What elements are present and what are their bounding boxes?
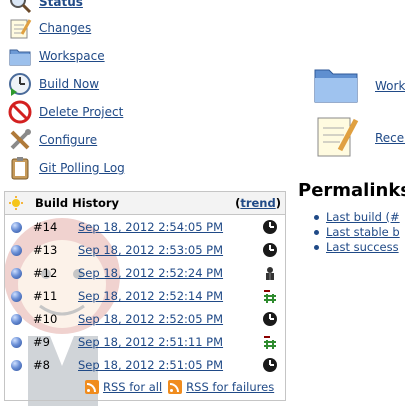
timer-icon bbox=[263, 243, 277, 257]
sidebar-item-changes[interactable]: Changes bbox=[8, 16, 91, 40]
notepad-icon bbox=[312, 112, 360, 160]
permalink-last-stable[interactable]: Last stable b bbox=[326, 225, 400, 239]
rss-icon bbox=[168, 380, 183, 394]
permalinks-list: Last build (# Last stable b Last success bbox=[314, 210, 400, 255]
user-icon bbox=[263, 266, 277, 280]
build-date-link[interactable]: Sep 18, 2012 2:54:05 PM bbox=[78, 220, 223, 234]
build-row: #13 Sep 18, 2012 2:53:05 PM bbox=[5, 239, 285, 262]
list-item: Last success bbox=[314, 240, 400, 255]
sidebar-item-configure[interactable]: Configure bbox=[8, 128, 97, 152]
recent-changes-link[interactable]: Recen bbox=[375, 131, 405, 145]
build-number: #11 bbox=[33, 289, 58, 303]
build-date-link[interactable]: Sep 18, 2012 2:52:24 PM bbox=[78, 266, 223, 280]
sidebar-item-label: Status bbox=[39, 0, 83, 9]
tools-icon bbox=[8, 128, 32, 152]
rss-all-link[interactable]: RSS for all bbox=[103, 380, 162, 394]
build-number: #8 bbox=[33, 358, 50, 372]
sidebar-item-workspace[interactable]: Workspace bbox=[8, 44, 105, 68]
build-number: #14 bbox=[33, 220, 58, 234]
permalink-last-build[interactable]: Last build (# bbox=[326, 210, 400, 224]
build-history-title: Build History bbox=[35, 196, 120, 210]
notepad-icon bbox=[8, 16, 32, 40]
build-date-link[interactable]: Sep 18, 2012 2:53:05 PM bbox=[78, 243, 223, 257]
build-date-link[interactable]: Sep 18, 2012 2:52:05 PM bbox=[78, 312, 223, 326]
magnifier-icon bbox=[8, 0, 32, 14]
build-row: #12 Sep 18, 2012 2:52:24 PM bbox=[5, 262, 285, 285]
permalinks-heading: Permalinks bbox=[298, 180, 405, 201]
timer-icon bbox=[263, 358, 277, 372]
workspace-link[interactable]: Work bbox=[375, 79, 405, 93]
timer-icon bbox=[263, 220, 277, 234]
build-number: #10 bbox=[33, 312, 58, 326]
build-status-ball-icon bbox=[11, 222, 22, 233]
build-history-header: Build History (trend) bbox=[5, 192, 285, 215]
build-status-ball-icon bbox=[11, 314, 22, 325]
build-history-panel: Build History (trend) #14 Sep 18, 2012 2… bbox=[4, 191, 286, 401]
scm-change-icon bbox=[263, 289, 277, 303]
trend-paren-close: ) bbox=[275, 196, 281, 210]
sidebar-item-status[interactable]: Status bbox=[8, 0, 83, 14]
list-item: Last build (# bbox=[314, 210, 400, 225]
sidebar-item-label: Configure bbox=[39, 133, 98, 147]
sidebar-item-build-now[interactable]: Build Now bbox=[8, 72, 99, 96]
sidebar-item-label: Git Polling Log bbox=[39, 161, 125, 175]
build-row: #9 Sep 18, 2012 2:51:11 PM bbox=[5, 331, 285, 354]
clipboard-icon bbox=[8, 156, 32, 180]
build-row: #10 Sep 18, 2012 2:52:05 PM bbox=[5, 308, 285, 331]
build-row: #11 Sep 18, 2012 2:52:14 PM bbox=[5, 285, 285, 308]
clock-play-icon bbox=[8, 72, 32, 96]
build-number: #9 bbox=[33, 335, 50, 349]
trend-wrapper: (trend) bbox=[235, 196, 281, 210]
sun-icon bbox=[9, 196, 23, 210]
build-date-link[interactable]: Sep 18, 2012 2:52:14 PM bbox=[78, 289, 223, 303]
build-date-link[interactable]: Sep 18, 2012 2:51:11 PM bbox=[78, 335, 223, 349]
sidebar-item-delete-project[interactable]: Delete Project bbox=[8, 100, 123, 124]
permalink-last-successful[interactable]: Last success bbox=[326, 240, 399, 254]
folder-icon bbox=[312, 60, 360, 108]
scm-change-icon bbox=[263, 335, 277, 349]
rss-links: RSS for all RSS for failures bbox=[85, 380, 274, 394]
build-status-ball-icon bbox=[11, 291, 22, 302]
folder-icon bbox=[8, 44, 32, 68]
build-row: #8 Sep 18, 2012 2:51:05 PM bbox=[5, 354, 285, 377]
sidebar-item-label: Workspace bbox=[39, 49, 105, 63]
build-status-ball-icon bbox=[11, 360, 22, 371]
sidebar-item-git-polling-log[interactable]: Git Polling Log bbox=[8, 156, 125, 180]
trend-link[interactable]: trend bbox=[240, 196, 275, 210]
build-row: #14 Sep 18, 2012 2:54:05 PM bbox=[5, 216, 285, 239]
build-status-ball-icon bbox=[11, 268, 22, 279]
sidebar-item-label: Build Now bbox=[39, 77, 100, 91]
build-number: #12 bbox=[33, 266, 58, 280]
build-date-link[interactable]: Sep 18, 2012 2:51:05 PM bbox=[78, 358, 223, 372]
sidebar-item-label: Delete Project bbox=[39, 105, 124, 119]
rss-icon bbox=[85, 380, 99, 394]
sidebar-item-label: Changes bbox=[39, 21, 92, 35]
list-item: Last stable b bbox=[314, 225, 400, 240]
build-number: #13 bbox=[33, 243, 58, 257]
build-status-ball-icon bbox=[11, 337, 22, 348]
timer-icon bbox=[263, 312, 277, 326]
rss-failures-link[interactable]: RSS for failures bbox=[186, 380, 274, 394]
no-entry-icon bbox=[8, 100, 32, 124]
build-status-ball-icon bbox=[11, 245, 22, 256]
